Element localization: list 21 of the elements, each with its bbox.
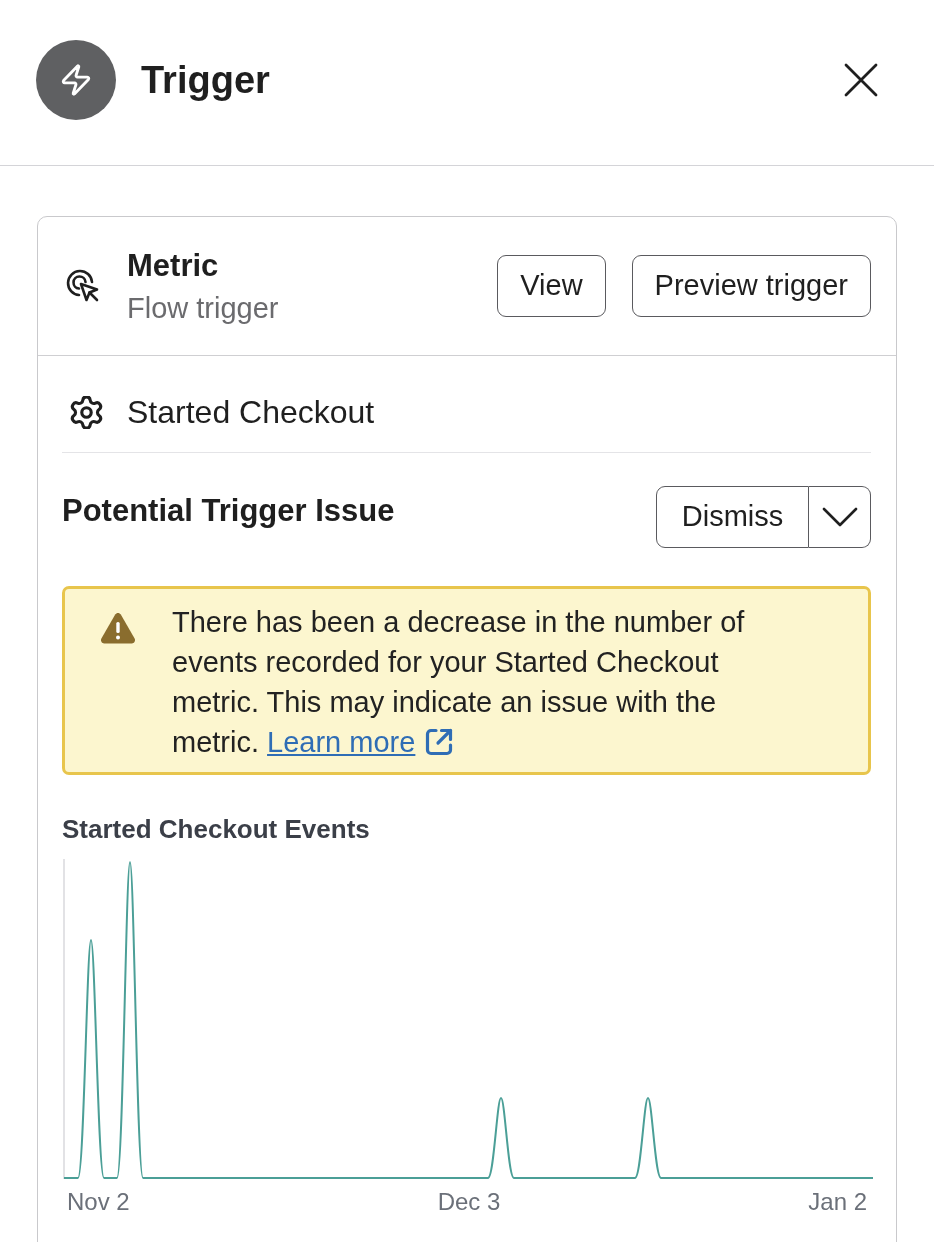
trigger-subtitle: Flow trigger <box>127 291 279 325</box>
warning-icon <box>100 612 136 644</box>
warning-message: There has been a decrease in the number of events recorded for your Started Checkout metric. This may indicate an issue with the metric. Learn more <box>172 602 792 762</box>
issue-title: Potential Trigger Issue <box>62 492 395 530</box>
panel-title: Trigger <box>141 57 270 103</box>
dropdown-button[interactable] <box>809 486 871 548</box>
caret-icon <box>821 507 858 527</box>
axis-label: Nov 2 <box>67 1188 130 1216</box>
preview-trigger-button[interactable]: Preview trigger <box>631 255 871 317</box>
learn-more-link[interactable]: Learn more <box>267 722 454 762</box>
view-button[interactable]: View <box>497 255 606 317</box>
axis-label: Jan 2 <box>808 1188 867 1216</box>
close-icon <box>844 62 878 97</box>
axis-label: Dec 3 <box>437 1188 501 1216</box>
external-link-icon <box>425 728 454 756</box>
chart-title: Started Checkout Events <box>62 813 371 845</box>
settings-icon <box>70 395 103 429</box>
metric-name: Started Checkout <box>127 393 375 431</box>
dismiss-button[interactable]: Dismiss <box>656 486 809 548</box>
click-target-icon <box>66 269 100 303</box>
trigger-type-title: Metric <box>127 247 220 285</box>
